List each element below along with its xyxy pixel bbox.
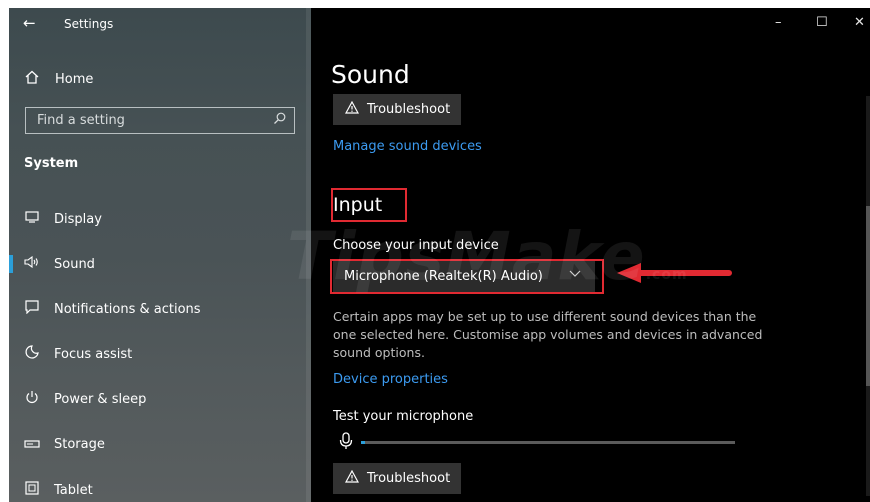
main-scrollbar[interactable]: [866, 96, 870, 496]
sidebar-item-label: Sound: [54, 256, 95, 272]
storage-icon: [9, 436, 54, 452]
maximize-button[interactable]: ☐: [816, 15, 828, 30]
sidebar-item-sound[interactable]: Sound: [9, 249, 311, 279]
search-placeholder: Find a setting: [37, 113, 125, 128]
microphone-icon: [339, 432, 353, 454]
manage-sound-devices-link[interactable]: Manage sound devices: [333, 139, 482, 154]
warning-icon: [344, 469, 367, 487]
search-icon: [273, 112, 286, 128]
close-button[interactable]: ✕: [854, 15, 865, 30]
section-heading-system: System: [24, 156, 79, 171]
notification-icon: [9, 300, 54, 318]
home-button[interactable]: Home: [25, 68, 93, 90]
sidebar-item-label: Storage: [54, 436, 105, 452]
power-icon: [9, 390, 54, 408]
home-label: Home: [55, 71, 94, 87]
choose-input-label: Choose your input device: [333, 238, 499, 253]
sidebar-item-tablet[interactable]: Tablet: [9, 475, 311, 502]
troubleshoot-button-input[interactable]: Troubleshoot: [333, 463, 461, 494]
sidebar-item-focus-assist[interactable]: Focus assist: [9, 339, 311, 369]
device-properties-link[interactable]: Device properties: [333, 372, 448, 387]
minimize-button[interactable]: –: [775, 15, 782, 30]
input-heading: Input: [333, 194, 383, 216]
moon-icon: [9, 345, 54, 363]
sidebar-item-notifications[interactable]: Notifications & actions: [9, 294, 311, 324]
sidebar: ← Settings Home Find a setting System Di…: [9, 8, 311, 502]
sidebar-item-label: Focus assist: [54, 346, 133, 362]
display-icon: [9, 211, 54, 227]
page-title: Sound: [331, 60, 410, 89]
sidebar-item-label: Power & sleep: [54, 391, 147, 407]
settings-window: ← Settings Home Find a setting System Di…: [9, 8, 870, 502]
input-description: Certain apps may be set up to use differ…: [333, 309, 763, 360]
sidebar-item-power-sleep[interactable]: Power & sleep: [9, 384, 311, 414]
sidebar-item-display[interactable]: Display: [9, 204, 311, 234]
red-arrow-annotation: [617, 263, 732, 283]
sidebar-item-label: Notifications & actions: [54, 301, 201, 317]
sidebar-item-label: Tablet: [54, 482, 93, 498]
dropdown-highlight-box: [330, 259, 604, 294]
scrollbar-thumb[interactable]: [866, 206, 870, 386]
main-content: – ☐ ✕ Sound Troubleshoot Manage sound de…: [311, 8, 870, 502]
warning-icon: [344, 100, 367, 118]
troubleshoot-label: Troubleshoot: [367, 102, 451, 117]
mic-level-meter: [361, 441, 735, 444]
window-title: Settings: [64, 17, 114, 31]
troubleshoot-label: Troubleshoot: [367, 471, 451, 486]
tablet-icon: [9, 481, 54, 499]
speaker-icon: [9, 255, 54, 272]
back-arrow-icon[interactable]: ←: [23, 14, 36, 32]
mic-level-fill: [361, 441, 365, 444]
home-icon: [25, 70, 55, 88]
troubleshoot-button[interactable]: Troubleshoot: [333, 94, 461, 125]
sidebar-item-storage[interactable]: Storage: [9, 429, 311, 459]
sidebar-item-label: Display: [54, 211, 102, 227]
test-microphone-label: Test your microphone: [333, 409, 474, 424]
search-input[interactable]: Find a setting: [25, 107, 295, 134]
